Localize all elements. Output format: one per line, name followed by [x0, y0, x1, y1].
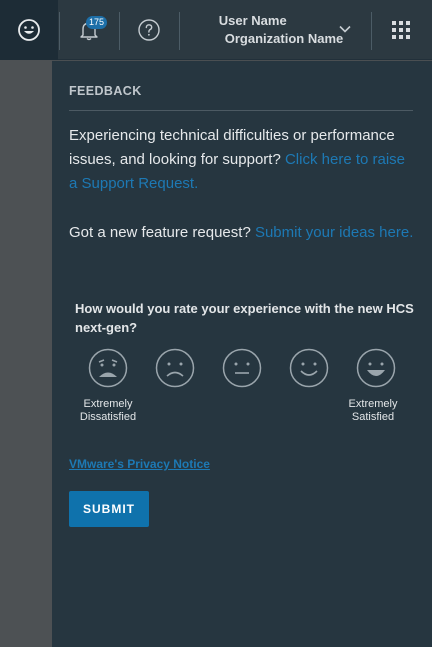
feedback-panel: FEEDBACK Experiencing technical difficul…	[52, 61, 432, 647]
scale-high-label: Extremely Satisfied	[348, 398, 398, 423]
user-name: User Name	[218, 13, 287, 28]
user-menu-dropdown[interactable]: User Name Organization Name	[180, 0, 370, 60]
notifications-button[interactable]	[60, 0, 118, 60]
feedback-button[interactable]	[0, 0, 58, 60]
very-happy-face-icon[interactable]	[356, 348, 396, 388]
help-button[interactable]	[120, 0, 178, 60]
panel-title: FEEDBACK	[69, 84, 142, 98]
app-grid-icon	[392, 21, 410, 39]
rating-scale	[88, 348, 398, 388]
title-divider	[69, 110, 413, 111]
feature-request-text: Got a new feature request?	[69, 224, 251, 241]
submit-button[interactable]: SUBMIT	[69, 491, 149, 527]
top-navigation-bar: 175 User Name Organization Name	[0, 0, 432, 60]
background-page-strip	[0, 60, 52, 647]
feature-request-paragraph: Got a new feature request? Submit your i…	[69, 221, 415, 245]
rating-question: How would you rate your experience with …	[75, 301, 414, 335]
neutral-face-icon[interactable]	[222, 348, 262, 388]
sad-face-icon[interactable]	[155, 348, 195, 388]
chevron-down-icon	[339, 25, 351, 33]
support-paragraph: Experiencing technical difficulties or p…	[69, 124, 415, 196]
submit-ideas-link[interactable]: Submit your ideas here.	[255, 224, 413, 241]
very-sad-face-icon[interactable]	[88, 348, 128, 388]
user-identity: User Name Organization Name	[207, 12, 343, 48]
help-circle-icon	[138, 19, 160, 41]
organization-name: Organization Name	[224, 31, 344, 46]
privacy-notice-link[interactable]: VMware's Privacy Notice	[69, 457, 210, 471]
happy-face-icon[interactable]	[289, 348, 329, 388]
scale-low-label: Extremely Dissatisfied	[79, 398, 137, 423]
smiley-feedback-icon	[18, 19, 40, 41]
notification-count-badge: 175	[86, 16, 108, 29]
app-switcher-button[interactable]	[372, 0, 430, 60]
